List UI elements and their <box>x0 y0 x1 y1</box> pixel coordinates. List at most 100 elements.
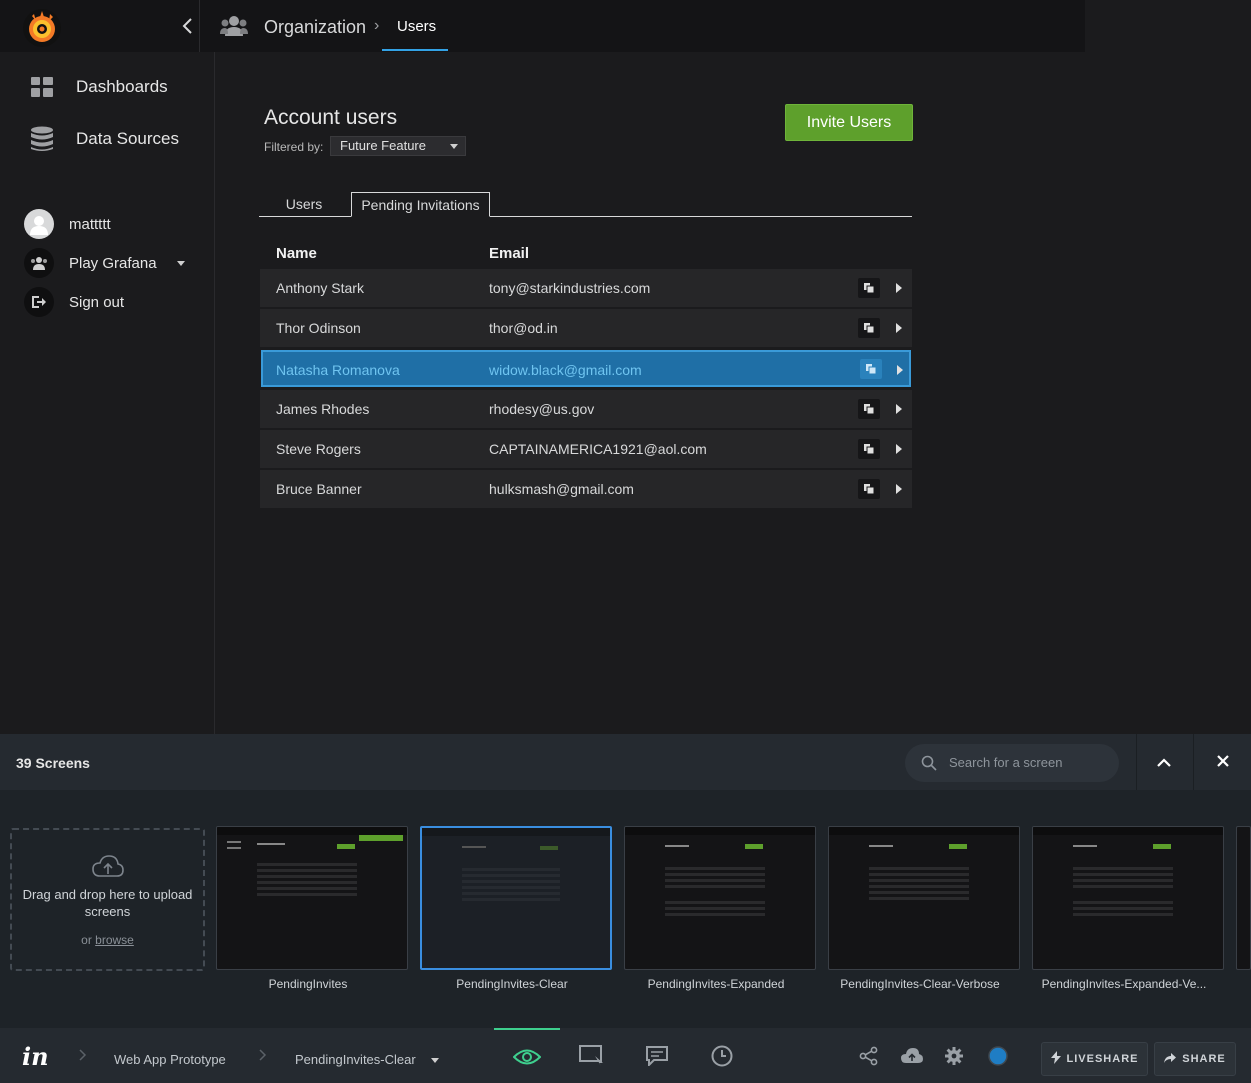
build-mode-button[interactable] <box>559 1028 625 1083</box>
sign-out-circle <box>24 287 54 317</box>
browse-link[interactable]: browse <box>95 933 134 947</box>
row-name: Anthony Stark <box>276 280 364 296</box>
table-row[interactable]: Steve Rogers CAPTAINAMERICA1921@aol.com <box>260 430 912 468</box>
screen-preview-image <box>829 827 1019 900</box>
close-icon <box>1217 755 1229 767</box>
screen-thumbnail-partial[interactable] <box>1236 826 1251 970</box>
row-email: tony@starkindustries.com <box>489 280 651 296</box>
sidebar-item-dashboards[interactable]: Dashboards <box>30 76 168 98</box>
screen-dropdown-caret-icon[interactable] <box>431 1058 439 1063</box>
cloud-upload-icon[interactable] <box>901 1046 923 1066</box>
screen-preview-image <box>625 827 815 916</box>
table-row[interactable]: Thor Odinson thor@od.in <box>260 309 912 347</box>
row-name: Natasha Romanova <box>276 362 400 378</box>
expand-row-caret-icon[interactable] <box>896 283 902 293</box>
current-screen-name[interactable]: PendingInvites-Clear <box>295 1052 416 1067</box>
share-button[interactable]: SHARE <box>1154 1042 1236 1076</box>
expand-row-caret-icon[interactable] <box>896 484 902 494</box>
breadcrumb-users[interactable]: Users <box>397 18 436 35</box>
cloud-upload-icon <box>92 855 124 877</box>
screen-thumbnail[interactable] <box>828 826 1020 970</box>
tab-pending-invitations[interactable]: Pending Invitations <box>351 192 490 217</box>
upload-dropzone[interactable]: Drag and drop here to upload screens or … <box>10 828 205 971</box>
screen-thumbnail[interactable] <box>216 826 408 970</box>
eye-icon <box>513 1049 541 1064</box>
breadcrumb-organization[interactable]: Organization <box>264 17 366 38</box>
project-name[interactable]: Web App Prototype <box>114 1052 226 1067</box>
comment-mode-button[interactable] <box>624 1028 690 1083</box>
grafana-logo-icon[interactable] <box>22 8 62 48</box>
sidebar-collapse-button[interactable] <box>176 14 200 38</box>
screen-thumbnail-active[interactable] <box>420 826 612 970</box>
sidebar-org-switcher[interactable]: Play Grafana <box>24 248 185 278</box>
header-divider <box>1136 734 1137 790</box>
copy-invite-button[interactable] <box>858 278 880 298</box>
dropzone-or: or <box>81 933 92 947</box>
user-avatar-icon <box>30 216 48 235</box>
screen-thumbnail[interactable] <box>1032 826 1224 970</box>
chevron-left-icon <box>182 18 192 34</box>
sidebar-user-profile[interactable]: mattttt <box>24 209 111 239</box>
screen-preview-image <box>1033 827 1223 916</box>
expand-row-caret-icon[interactable] <box>896 444 902 454</box>
copy-icon <box>864 283 874 293</box>
dashboard-grid-icon <box>31 77 53 97</box>
table-row[interactable]: James Rhodes rhodesy@us.gov <box>260 390 912 428</box>
row-name: Thor Odinson <box>276 320 361 336</box>
chevron-up-icon[interactable] <box>1152 752 1176 772</box>
history-mode-button[interactable] <box>689 1028 755 1083</box>
close-panel-button[interactable] <box>1211 750 1235 774</box>
sign-out-link[interactable]: Sign out <box>24 287 124 317</box>
sidebar-item-data-sources[interactable]: Data Sources <box>30 126 179 152</box>
top-navbar: Organization › Users <box>0 0 1085 52</box>
expand-row-caret-icon[interactable] <box>897 365 903 375</box>
sign-out-icon <box>32 296 46 308</box>
status-dot-icon[interactable] <box>988 1046 1008 1066</box>
page-title: Account users <box>264 106 398 129</box>
user-name: mattttt <box>69 215 111 233</box>
copy-icon <box>866 364 876 374</box>
invite-users-button[interactable]: Invite Users <box>785 104 913 141</box>
screens-count: 39 Screens <box>16 755 90 771</box>
row-email: widow.black@gmail.com <box>489 362 642 378</box>
invision-logo-icon[interactable]: in <box>22 1042 49 1071</box>
breadcrumb-chevron-icon <box>259 1049 267 1061</box>
copy-icon <box>864 484 874 494</box>
row-email: rhodesy@us.gov <box>489 401 595 417</box>
copy-invite-button[interactable] <box>858 439 880 459</box>
copy-invite-button[interactable] <box>858 399 880 419</box>
app-root: Organization › Users Dashboards Data Sou… <box>0 0 1251 1083</box>
tab-users[interactable]: Users <box>276 192 332 217</box>
copy-icon <box>864 444 874 454</box>
row-email: hulksmash@gmail.com <box>489 481 634 497</box>
database-icon <box>31 126 53 151</box>
row-name: James Rhodes <box>276 401 370 417</box>
screen-label: PendingInvites <box>268 977 348 991</box>
users-group-icon <box>220 16 248 36</box>
screen-label: PendingInvites-Expanded-Ve... <box>1041 977 1207 991</box>
liveshare-button[interactable]: LIVESHARE <box>1041 1042 1148 1076</box>
sidebar: Dashboards Data Sources mattttt Play Gra… <box>0 52 215 734</box>
copy-invite-button[interactable] <box>858 479 880 499</box>
table-row-selected[interactable]: Natasha Romanova widow.black@gmail.com <box>261 350 911 387</box>
row-email: thor@od.in <box>489 320 558 336</box>
sidebar-item-label: Dashboards <box>76 77 168 96</box>
expand-row-caret-icon[interactable] <box>896 323 902 333</box>
table-row[interactable]: Bruce Banner hulksmash@gmail.com <box>260 470 912 508</box>
expand-row-caret-icon[interactable] <box>896 404 902 414</box>
screen-preview-image <box>422 828 610 968</box>
screen-thumbnail[interactable] <box>624 826 816 970</box>
screen-label: PendingInvites-Expanded <box>647 977 785 991</box>
preview-mode-button[interactable] <box>494 1028 560 1083</box>
screen-search-input[interactable]: Search for a screen <box>905 744 1119 782</box>
gear-icon[interactable] <box>944 1046 964 1066</box>
avatar <box>24 209 54 239</box>
filter-select[interactable]: Future Feature <box>330 136 466 156</box>
row-name: Steve Rogers <box>276 441 361 457</box>
copy-invite-button[interactable] <box>860 359 882 379</box>
copy-invite-button[interactable] <box>858 318 880 338</box>
table-row[interactable]: Anthony Stark tony@starkindustries.com <box>260 269 912 307</box>
share-nodes-icon[interactable] <box>859 1046 879 1066</box>
row-email: CAPTAINAMERICA1921@aol.com <box>489 441 707 457</box>
search-placeholder: Search for a screen <box>949 755 1063 770</box>
